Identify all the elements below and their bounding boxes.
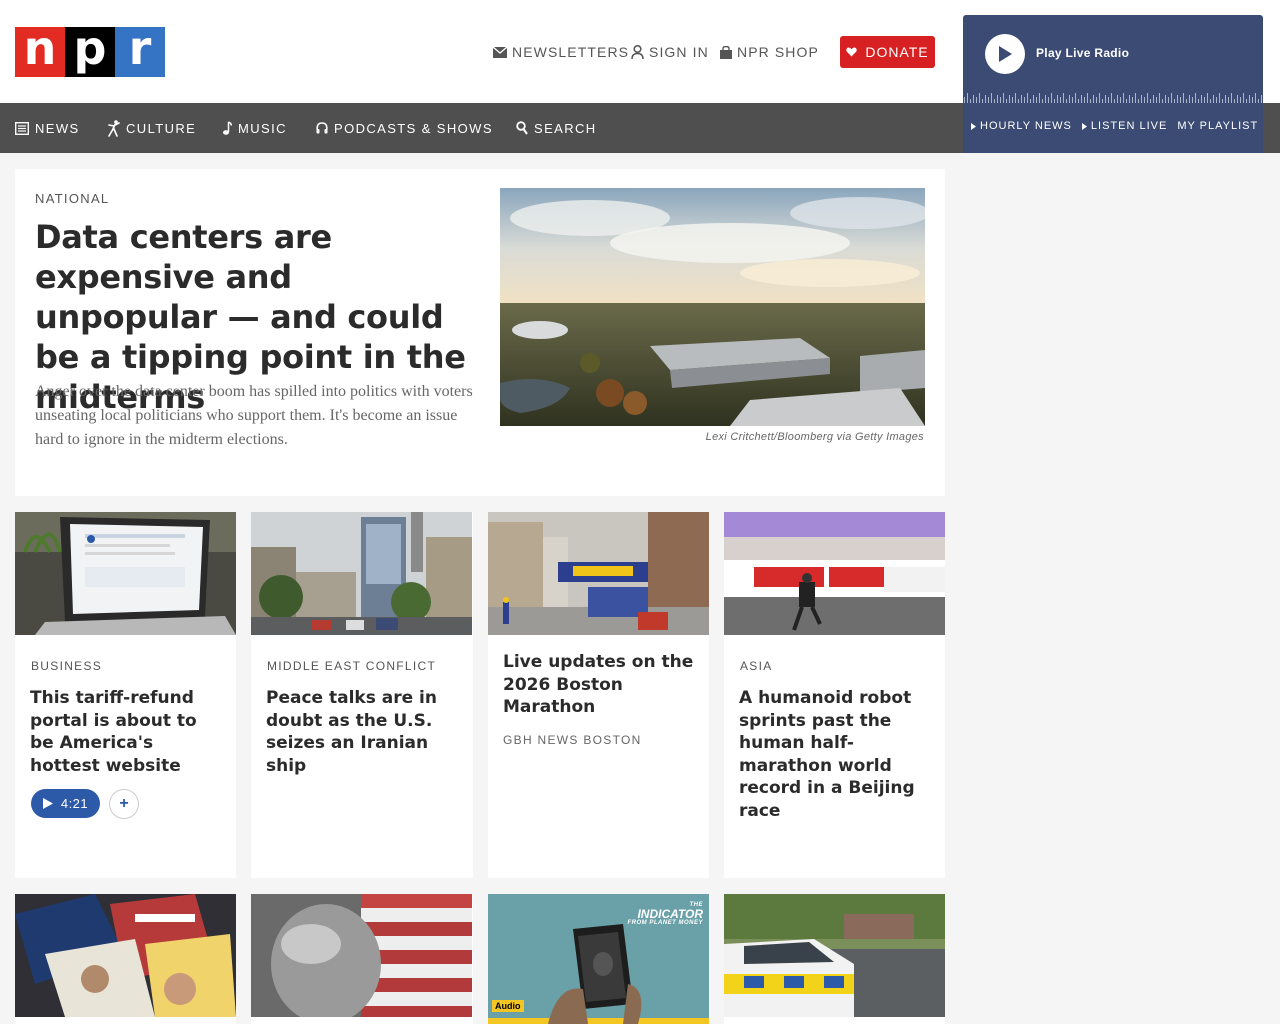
- story-card-business: BUSINESS This tariff-refund portal is ab…: [15, 512, 236, 878]
- logo-letter-n: n: [15, 25, 65, 77]
- audio-duration: 4:21: [60, 796, 89, 811]
- dancer-icon: [108, 119, 120, 137]
- story-headline[interactable]: A humanoid robot sprints past the human …: [739, 687, 934, 822]
- npr-logo[interactable]: n p r: [15, 25, 165, 77]
- campaign-flyers-image: [15, 894, 236, 1017]
- music-note-icon: [223, 121, 232, 135]
- story-card-row2-4: [724, 894, 945, 1024]
- story-card-row2-1: [15, 894, 236, 1024]
- nav-culture[interactable]: CULTURE: [108, 103, 196, 153]
- story-card-row2-2: [251, 894, 473, 1024]
- story-thumbnail[interactable]: [724, 894, 945, 1017]
- logo-letter-r: r: [115, 25, 165, 77]
- nav-news[interactable]: NEWS: [15, 103, 80, 153]
- user-icon: [631, 45, 644, 59]
- nav-search[interactable]: SEARCH: [516, 103, 597, 153]
- plus-icon: +: [119, 795, 129, 812]
- humanoid-robot-race-image: [724, 512, 945, 635]
- npr-shop-label: NPR SHOP: [737, 44, 819, 60]
- laptop-portal-image: [15, 512, 236, 635]
- story-thumbnail[interactable]: [15, 894, 236, 1017]
- sign-in-label: SIGN IN: [649, 44, 709, 60]
- indicator-logo-sub: FROM PLANET MONEY: [627, 920, 703, 926]
- story-card-row2-3: THE INDICATOR FROM PLANET MONEY Audio: [488, 894, 709, 1024]
- search-icon: [516, 121, 528, 135]
- newsletters-label: NEWSLETTERS: [512, 44, 630, 60]
- nav-podcasts-label: PODCASTS & SHOWS: [334, 120, 493, 136]
- sign-in-link[interactable]: SIGN IN: [631, 44, 709, 60]
- play-triangle-icon: [1081, 122, 1087, 130]
- the-indicator-logo: THE INDICATOR FROM PLANET MONEY: [628, 902, 704, 926]
- story-card-asia: ASIA A humanoid robot sprints past the h…: [724, 512, 945, 878]
- my-playlist-link[interactable]: MY PLAYLIST: [1177, 120, 1258, 132]
- play-audio-button[interactable]: 4:21: [31, 789, 100, 818]
- heart-icon: [846, 47, 858, 57]
- audio-wave-decoration: [963, 87, 1263, 103]
- nav-music-label: MUSIC: [238, 120, 287, 136]
- donate-label: DONATE: [865, 44, 929, 60]
- story-kicker[interactable]: MIDDLE EAST CONFLICT: [267, 659, 436, 673]
- story-card-boston-marathon: Live updates on the 2026 Boston Marathon…: [488, 512, 709, 878]
- portrait-flag-image: [251, 894, 472, 1017]
- nav-news-label: NEWS: [35, 120, 80, 136]
- story-headline[interactable]: This tariff-refund portal is about to be…: [30, 687, 225, 777]
- nav-music[interactable]: MUSIC: [223, 103, 287, 153]
- story-headline[interactable]: Live updates on the 2026 Boston Marathon: [503, 651, 698, 719]
- hero-story: NATIONAL Data centers are expensive and …: [15, 169, 945, 496]
- story-card-middle-east: MIDDLE EAST CONFLICT Peace talks are in …: [251, 512, 473, 878]
- nav-search-label: SEARCH: [534, 120, 597, 136]
- hero-kicker[interactable]: NATIONAL: [35, 191, 109, 206]
- newsletters-link[interactable]: NEWSLETTERS: [493, 44, 629, 60]
- city-street-mural-image: [251, 512, 472, 635]
- add-to-playlist-button[interactable]: +: [109, 789, 139, 819]
- shopping-bag-icon: [720, 45, 732, 59]
- story-thumbnail[interactable]: [251, 894, 472, 1017]
- police-car-image: [724, 894, 945, 1017]
- headphones-icon: [316, 122, 328, 134]
- play-icon: [999, 46, 1012, 62]
- story-thumbnail[interactable]: [724, 512, 945, 635]
- marathon-finish-line-image: [488, 512, 709, 635]
- indicator-logo-text: INDICATOR: [637, 907, 703, 921]
- listen-live-link[interactable]: LISTEN LIVE: [1081, 120, 1168, 132]
- hero-teaser: Anger over the data center boom has spil…: [35, 383, 473, 448]
- hero-photo[interactable]: [500, 188, 925, 426]
- nav-podcasts[interactable]: PODCASTS & SHOWS: [316, 103, 493, 153]
- story-kicker[interactable]: ASIA: [740, 659, 773, 673]
- hero-photo-credit: Lexi Critchett/Bloomberg via Getty Image…: [705, 431, 924, 443]
- story-thumbnail[interactable]: [15, 512, 236, 635]
- logo-letter-p: p: [65, 25, 115, 77]
- newspaper-icon: [15, 121, 29, 135]
- listen-live-label: LISTEN LIVE: [1090, 120, 1168, 132]
- donate-button[interactable]: DONATE: [840, 36, 935, 68]
- nav-culture-label: CULTURE: [126, 120, 197, 136]
- npr-shop-link[interactable]: NPR SHOP: [720, 44, 819, 60]
- story-kicker[interactable]: BUSINESS: [31, 659, 102, 673]
- my-playlist-label: MY PLAYLIST: [1177, 120, 1259, 132]
- play-triangle-icon: [971, 122, 976, 130]
- story-headline[interactable]: Peace talks are in doubt as the U.S. sei…: [266, 687, 461, 777]
- hourly-news-link[interactable]: HOURLY NEWS: [971, 120, 1072, 132]
- data-center-aerial-image: [500, 188, 925, 426]
- audio-badge: Audio: [492, 1000, 524, 1012]
- envelope-icon: [493, 46, 507, 58]
- story-source[interactable]: GBH NEWS BOSTON: [503, 733, 642, 747]
- play-live-radio-button[interactable]: [985, 34, 1025, 74]
- story-thumbnail[interactable]: [488, 512, 709, 635]
- play-icon: [42, 798, 53, 809]
- hourly-news-label: HOURLY NEWS: [980, 120, 1072, 132]
- live-radio-player: Play Live Radio HOURLY NEWS LISTEN LIVE …: [963, 15, 1263, 153]
- story-thumbnail[interactable]: [251, 512, 472, 635]
- play-live-radio-label: Play Live Radio: [1036, 46, 1130, 60]
